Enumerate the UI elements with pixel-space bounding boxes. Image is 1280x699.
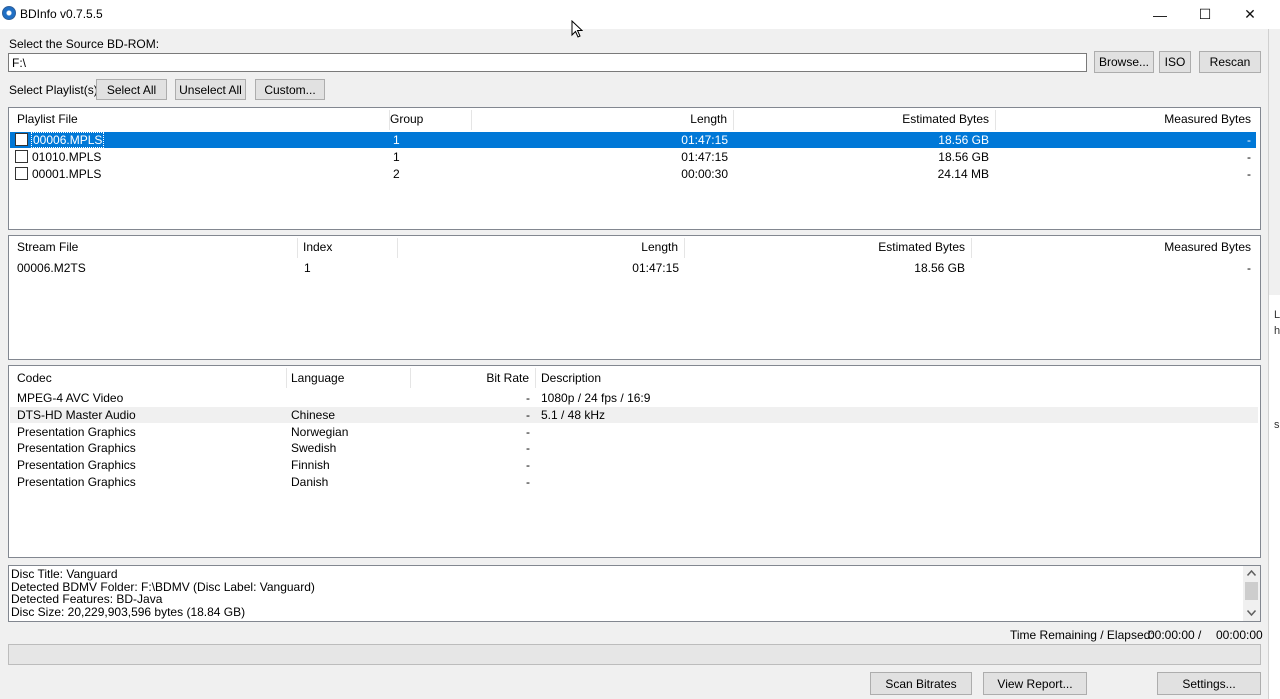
info-scrollbar[interactable] bbox=[1243, 566, 1260, 621]
col-header-estimated-bytes[interactable]: Estimated Bytes bbox=[733, 108, 995, 130]
disc-size-line: Disc Size: 20,229,903,596 bytes (18.84 G… bbox=[11, 605, 246, 620]
minimize-button[interactable]: — bbox=[1137, 0, 1183, 29]
stream-length: 01:47:15 bbox=[632, 261, 679, 275]
codec-bitrate: - bbox=[526, 408, 530, 422]
stream-file[interactable]: 00006.M2TS bbox=[17, 260, 86, 276]
row-checkbox[interactable] bbox=[15, 133, 28, 146]
stream-measured: - bbox=[1247, 261, 1251, 275]
mouse-cursor-icon bbox=[571, 20, 583, 38]
disc-info-text: Disc Title: Vanguard Detected BDMV Folde… bbox=[11, 568, 315, 619]
col-header-length[interactable]: Length bbox=[471, 108, 733, 130]
playlist-file: 00006.MPLS bbox=[31, 132, 105, 148]
playlist-length: 00:00:30 bbox=[681, 167, 728, 181]
col-header-language[interactable]: Language bbox=[285, 366, 410, 390]
playlist-group: 1 bbox=[393, 150, 400, 164]
playlist-measured: - bbox=[1247, 150, 1251, 164]
background-window bbox=[1269, 295, 1280, 699]
scroll-down-arrow-icon[interactable] bbox=[1247, 610, 1256, 616]
playlist-group: 1 bbox=[393, 133, 400, 147]
scroll-thumb[interactable] bbox=[1245, 582, 1258, 600]
playlist-measured: - bbox=[1247, 133, 1251, 147]
codec-name: Presentation Graphics bbox=[17, 425, 136, 439]
codec-language: Norwegian bbox=[291, 425, 349, 439]
time-remaining-value: 00:00:00 bbox=[1148, 628, 1195, 642]
col-header-index[interactable]: Index bbox=[297, 236, 397, 258]
playlist-estimated: 24.14 MB bbox=[937, 167, 989, 181]
source-path-input[interactable]: F:\ bbox=[8, 53, 1087, 72]
col-header-length[interactable]: Length bbox=[397, 236, 684, 258]
time-remaining-label: Time Remaining / Elapsed: bbox=[1010, 628, 1154, 642]
codec-bitrate: - bbox=[526, 391, 530, 405]
disc-icon bbox=[2, 6, 16, 20]
time-separator: / bbox=[1198, 628, 1202, 642]
source-label: Select the Source BD-ROM: bbox=[9, 37, 160, 51]
edge-text: s bbox=[1274, 419, 1280, 431]
playlist-table[interactable]: Playlist File Group Length Estimated Byt… bbox=[8, 107, 1261, 230]
codec-description: 1080p / 24 fps / 16:9 bbox=[541, 391, 651, 405]
playlist-file: 01010.MPLS bbox=[32, 150, 102, 164]
view-report-button[interactable]: View Report... bbox=[983, 672, 1087, 695]
title-bar: BDInfo v0.7.5.5 — ☐ ✕ bbox=[0, 0, 1280, 29]
select-playlists-label: Select Playlist(s): bbox=[9, 83, 102, 97]
codec-bitrate: - bbox=[526, 475, 530, 489]
stream-table[interactable]: Stream File Index Length Estimated Bytes… bbox=[8, 235, 1261, 360]
rescan-button[interactable]: Rescan bbox=[1199, 51, 1261, 73]
col-header-measured-bytes[interactable]: Measured Bytes bbox=[995, 108, 1257, 130]
codec-description: 5.1 / 48 kHz bbox=[541, 408, 606, 422]
col-header-description[interactable]: Description bbox=[535, 366, 1255, 390]
unselect-all-button[interactable]: Unselect All bbox=[175, 79, 246, 100]
codec-name: MPEG-4 AVC Video bbox=[17, 391, 124, 405]
close-button[interactable]: ✕ bbox=[1227, 0, 1273, 29]
col-header-estimated-bytes[interactable]: Estimated Bytes bbox=[684, 236, 971, 258]
playlist-measured: - bbox=[1247, 167, 1251, 181]
col-header-measured-bytes[interactable]: Measured Bytes bbox=[971, 236, 1257, 258]
table-row-highlight bbox=[10, 407, 1258, 423]
stream-index: 1 bbox=[304, 261, 311, 275]
codec-language: Danish bbox=[291, 475, 329, 489]
codec-name: Presentation Graphics bbox=[17, 475, 136, 489]
settings-button[interactable]: Settings... bbox=[1157, 672, 1261, 695]
stream-estimated: 18.56 GB bbox=[914, 261, 965, 275]
playlist-estimated: 18.56 GB bbox=[938, 133, 989, 147]
playlist-file: 00001.MPLS bbox=[32, 167, 102, 181]
codec-language: Swedish bbox=[291, 441, 337, 455]
playlist-estimated: 18.56 GB bbox=[938, 150, 989, 164]
maximize-button[interactable]: ☐ bbox=[1182, 0, 1228, 29]
codec-name: Presentation Graphics bbox=[17, 458, 136, 472]
codec-bitrate: - bbox=[526, 441, 530, 455]
codec-table[interactable]: Codec Language Bit Rate Description MPEG… bbox=[8, 365, 1261, 558]
codec-name: DTS-HD Master Audio bbox=[17, 408, 136, 422]
codec-bitrate: - bbox=[526, 425, 530, 439]
disc-title-line: Disc Title: Vanguard bbox=[11, 567, 118, 581]
col-header-codec[interactable]: Codec bbox=[11, 366, 286, 390]
codec-name: Presentation Graphics bbox=[17, 441, 136, 455]
codec-language: Finnish bbox=[291, 458, 330, 472]
playlist-length: 01:47:15 bbox=[681, 150, 728, 164]
col-header-bit-rate[interactable]: Bit Rate bbox=[410, 366, 535, 390]
playlist-length: 01:47:15 bbox=[681, 133, 728, 147]
edge-text: L bbox=[1274, 309, 1280, 321]
custom-button[interactable]: Custom... bbox=[255, 79, 325, 100]
col-header-playlist-file[interactable]: Playlist File bbox=[11, 108, 389, 130]
playlist-group: 2 bbox=[393, 167, 400, 181]
edge-text: h bbox=[1274, 325, 1280, 337]
col-header-group[interactable]: Group bbox=[384, 108, 470, 130]
scroll-up-arrow-icon[interactable] bbox=[1247, 570, 1256, 576]
codec-language: Chinese bbox=[291, 408, 336, 422]
browse-button[interactable]: Browse... bbox=[1094, 51, 1154, 73]
time-elapsed-value: 00:00:00 bbox=[1216, 628, 1263, 642]
codec-bitrate: - bbox=[526, 458, 530, 472]
select-all-button[interactable]: Select All bbox=[96, 79, 167, 100]
scan-progress-bar bbox=[8, 644, 1261, 665]
scan-bitrates-button[interactable]: Scan Bitrates bbox=[870, 672, 972, 695]
row-checkbox[interactable] bbox=[15, 167, 28, 180]
iso-button[interactable]: ISO bbox=[1159, 51, 1191, 73]
window-title: BDInfo v0.7.5.5 bbox=[20, 7, 103, 21]
col-header-stream-file[interactable]: Stream File bbox=[11, 236, 298, 258]
row-checkbox[interactable] bbox=[15, 150, 28, 163]
disc-info-textbox[interactable]: Disc Title: Vanguard Detected BDMV Folde… bbox=[8, 565, 1261, 622]
